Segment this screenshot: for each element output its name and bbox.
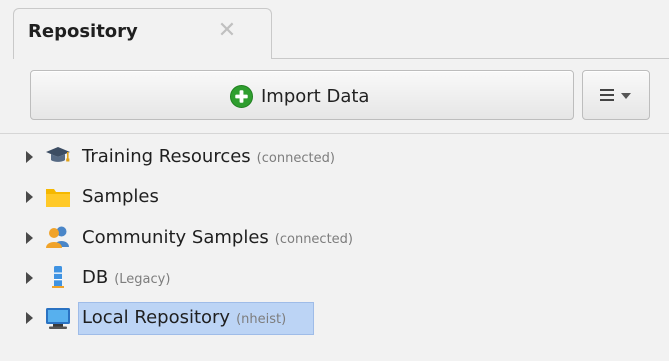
close-icon[interactable]: ✕ <box>216 20 238 42</box>
database-icon <box>52 266 64 288</box>
tab-strip: Repository ✕ <box>0 0 669 59</box>
tree-item-samples[interactable]: Samples <box>0 177 669 217</box>
expand-arrow-icon[interactable] <box>26 151 33 163</box>
plus-circle-icon <box>230 84 253 108</box>
tree-item-text: Training Resources (connected) <box>82 146 335 167</box>
expand-arrow-icon[interactable] <box>26 232 33 244</box>
hamburger-icon <box>600 89 614 101</box>
users-icon <box>46 226 69 248</box>
monitor-icon <box>46 308 70 329</box>
repository-toolbar: Import Data <box>0 59 669 134</box>
import-data-label: Import Data <box>261 85 370 107</box>
tree-item-label: Local Repository <box>82 307 231 328</box>
chevron-down-icon <box>621 93 631 99</box>
expand-arrow-icon[interactable] <box>26 272 33 284</box>
tree-item-label: Community Samples <box>82 227 269 248</box>
tree-item-label: DB <box>82 267 109 288</box>
tree-item-db[interactable]: DB (Legacy) <box>0 258 669 298</box>
tree-item-status: (connected) <box>256 151 335 166</box>
tree-item-text: Samples <box>82 186 165 207</box>
tree-item-community-samples[interactable]: Community Samples (connected) <box>0 218 669 258</box>
tree-item-status: (Legacy) <box>114 272 171 287</box>
tree-item-status: (nheist) <box>236 312 287 327</box>
tab-title: Repository <box>28 21 138 42</box>
graduation-cap-icon <box>46 147 70 162</box>
expand-arrow-icon[interactable] <box>26 191 33 203</box>
tree-item-label: Training Resources <box>82 146 251 167</box>
tree-item-training-resources[interactable]: Training Resources (connected) <box>0 137 669 177</box>
tree-item-text: Local Repository (nheist) <box>82 307 286 328</box>
tree-item-text: DB (Legacy) <box>82 267 170 288</box>
expand-arrow-icon[interactable] <box>26 312 33 324</box>
tree-item-text: Community Samples (connected) <box>82 227 353 248</box>
repository-menu-button[interactable] <box>582 70 650 120</box>
tree-item-local-repository[interactable]: Local Repository (nheist) <box>0 298 669 338</box>
folder-icon <box>46 189 70 207</box>
tab-repository[interactable]: Repository ✕ <box>13 8 272 59</box>
import-data-button-content: Import Data <box>230 84 369 108</box>
import-data-button[interactable]: Import Data <box>30 70 574 120</box>
tree-item-status: (connected) <box>274 232 353 247</box>
tree-item-label: Samples <box>82 186 159 207</box>
toolbar-divider <box>0 133 669 134</box>
